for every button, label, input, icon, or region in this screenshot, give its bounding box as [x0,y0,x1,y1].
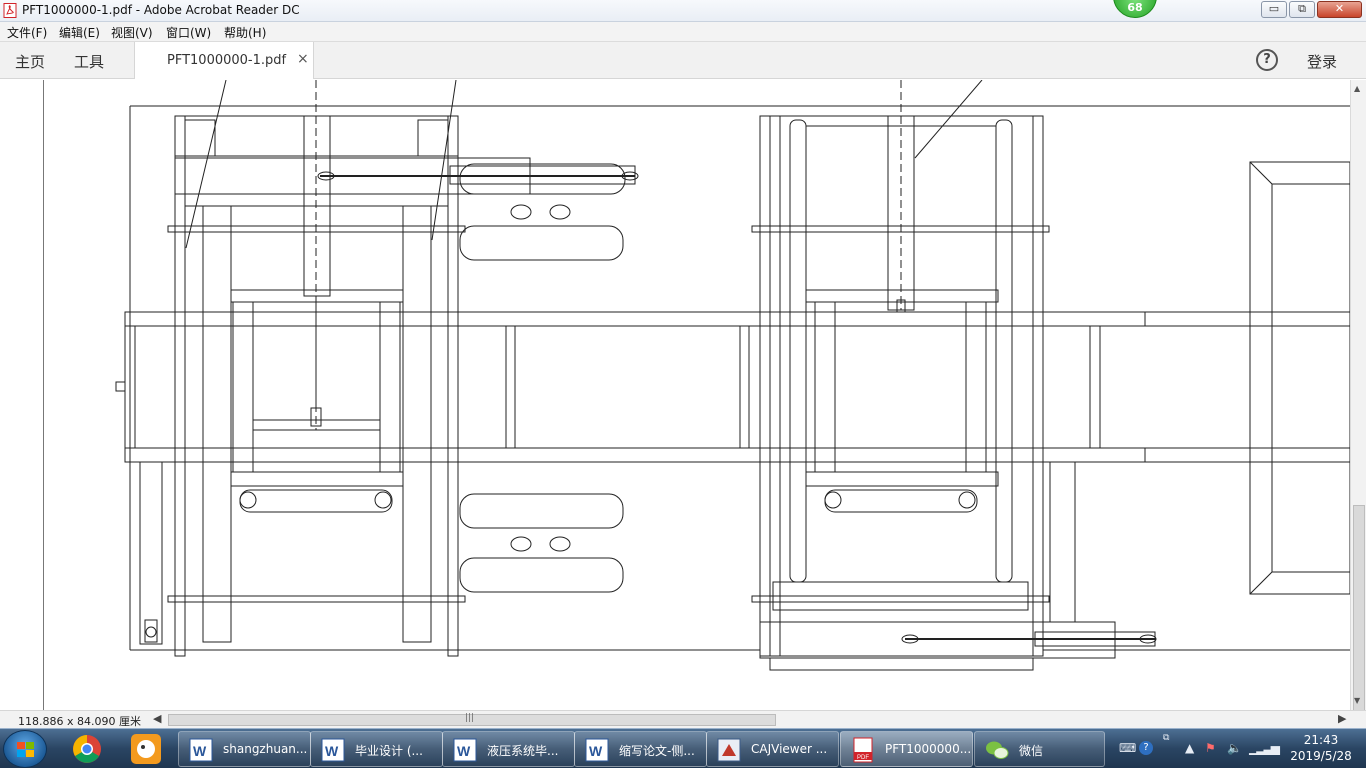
taskbar-item-label: 毕业设计 (... [355,744,423,758]
menu-help[interactable]: 帮助(H) [224,24,266,41]
taskbar-item-label: CAJViewer ... [751,742,828,756]
taskbar-item-word-3[interactable]: W 液压系统毕... [442,731,575,767]
svg-text:PDF: PDF [857,755,869,761]
network-icon[interactable]: ▁▂▃▅ [1249,741,1280,755]
word-icon: W [321,738,345,762]
keyboard-icon[interactable]: ⌨ [1119,741,1136,755]
taskbar-item-acrobat[interactable]: PDF PFT1000000... [840,731,973,767]
tab-tools[interactable]: 工具 [74,51,104,72]
windows-logo-icon [17,742,34,757]
page-size-readout: 118.886 x 84.090 厘米 [18,715,141,728]
system-tray: ⌨ ? ⧉ ▲ ⚑ 🔈 ▁▂▃▅ 21:43 2019/5/28 [1105,729,1365,769]
chrome-pinned-icon[interactable] [64,732,110,766]
tab-bar: 主页 工具 PFT1000000-1.pdf × ? 登录 [0,42,1366,79]
word-icon: W [453,738,477,762]
pdf-icon: PDF [853,737,873,763]
tab-document[interactable]: PFT1000000-1.pdf × [134,42,314,79]
app-pinned-icon[interactable] [123,732,169,766]
status-bar: 118.886 x 84.090 厘米 ◀ ||| ▶ [0,710,1366,728]
acrobat-app-icon [3,3,17,18]
scroll-up-icon[interactable]: ▲ [1354,84,1360,93]
scroll-grip: ||| [465,713,475,723]
taskbar-item-word-4[interactable]: W 缩写论文-侧... [574,731,707,767]
window-title: PFT1000000-1.pdf - Adobe Acrobat Reader … [22,3,300,17]
wechat-icon [986,741,1009,759]
menu-edit[interactable]: 编辑(E) [59,24,100,41]
chrome-icon [73,735,101,763]
taskbar-item-label: shangzhuan... [223,742,308,756]
taskbar-item-word-2[interactable]: W 毕业设计 (... [310,731,443,767]
login-button[interactable]: 登录 [1307,51,1337,72]
speed-badge[interactable]: 68 [1113,0,1157,18]
taskbar-item-wechat[interactable]: 微信 [974,731,1105,767]
close-button[interactable]: ✕ [1317,1,1362,18]
show-hidden-icons-icon[interactable]: ▲ [1185,741,1194,755]
vertical-scrollbar[interactable]: ▲ ▼ [1350,80,1366,735]
svg-text:W: W [193,743,207,759]
volume-icon[interactable]: 🔈 [1227,741,1242,755]
tab-home[interactable]: 主页 [15,51,45,72]
scroll-left-icon[interactable]: ◀ [153,712,161,725]
horizontal-scroll-thumb[interactable]: ||| [168,713,776,726]
clock-date[interactable]: 2019/5/28 [1281,749,1361,763]
scroll-down-icon[interactable]: ▼ [1354,696,1360,705]
tab-document-label: PFT1000000-1.pdf [167,53,287,68]
pigeon-app-icon [131,734,161,764]
taskbar-item-label: 微信 [1019,744,1044,758]
menu-view[interactable]: 视图(V) [111,24,153,41]
minimize-button[interactable]: ▭ [1261,1,1287,18]
taskbar: W shangzhuan... W 毕业设计 (... W 液压系统毕... W… [0,728,1366,768]
word-icon: W [585,738,609,762]
cajviewer-icon [717,738,741,762]
word-icon: W [189,738,213,762]
left-navigation-panel [0,80,44,710]
svg-text:W: W [457,743,471,759]
flag-icon[interactable]: ⚑ [1205,741,1216,755]
start-button[interactable] [3,730,47,768]
menu-bar: 文件(F) 编辑(E) 视图(V) 窗口(W) 帮助(H) [0,22,1366,42]
document-canvas[interactable] [45,80,1350,710]
taskbar-item-label: 液压系统毕... [487,744,559,758]
taskbar-item-label: 缩写论文-侧... [619,744,695,758]
close-tab-icon[interactable]: × [297,51,309,67]
svg-text:W: W [325,743,339,759]
taskbar-item-cajviewer[interactable]: CAJViewer ... [706,731,839,767]
scroll-right-icon[interactable]: ▶ [1338,712,1346,725]
maximize-button[interactable]: ⧉ [1289,1,1315,18]
clock-time[interactable]: 21:43 [1281,733,1361,747]
svg-text:W: W [589,743,603,759]
menu-file[interactable]: 文件(F) [7,24,47,41]
title-bar: PFT1000000-1.pdf - Adobe Acrobat Reader … [0,0,1366,22]
help-icon[interactable]: ? [1256,49,1278,71]
help-tray-icon[interactable]: ? [1139,741,1153,755]
taskbar-item-word-1[interactable]: W shangzhuan... [178,731,311,767]
menu-window[interactable]: 窗口(W) [166,24,211,41]
tray-overflow-icon[interactable]: ⧉ [1163,733,1169,743]
taskbar-item-label: PFT1000000... [885,742,972,756]
cad-drawing [115,80,1350,671]
